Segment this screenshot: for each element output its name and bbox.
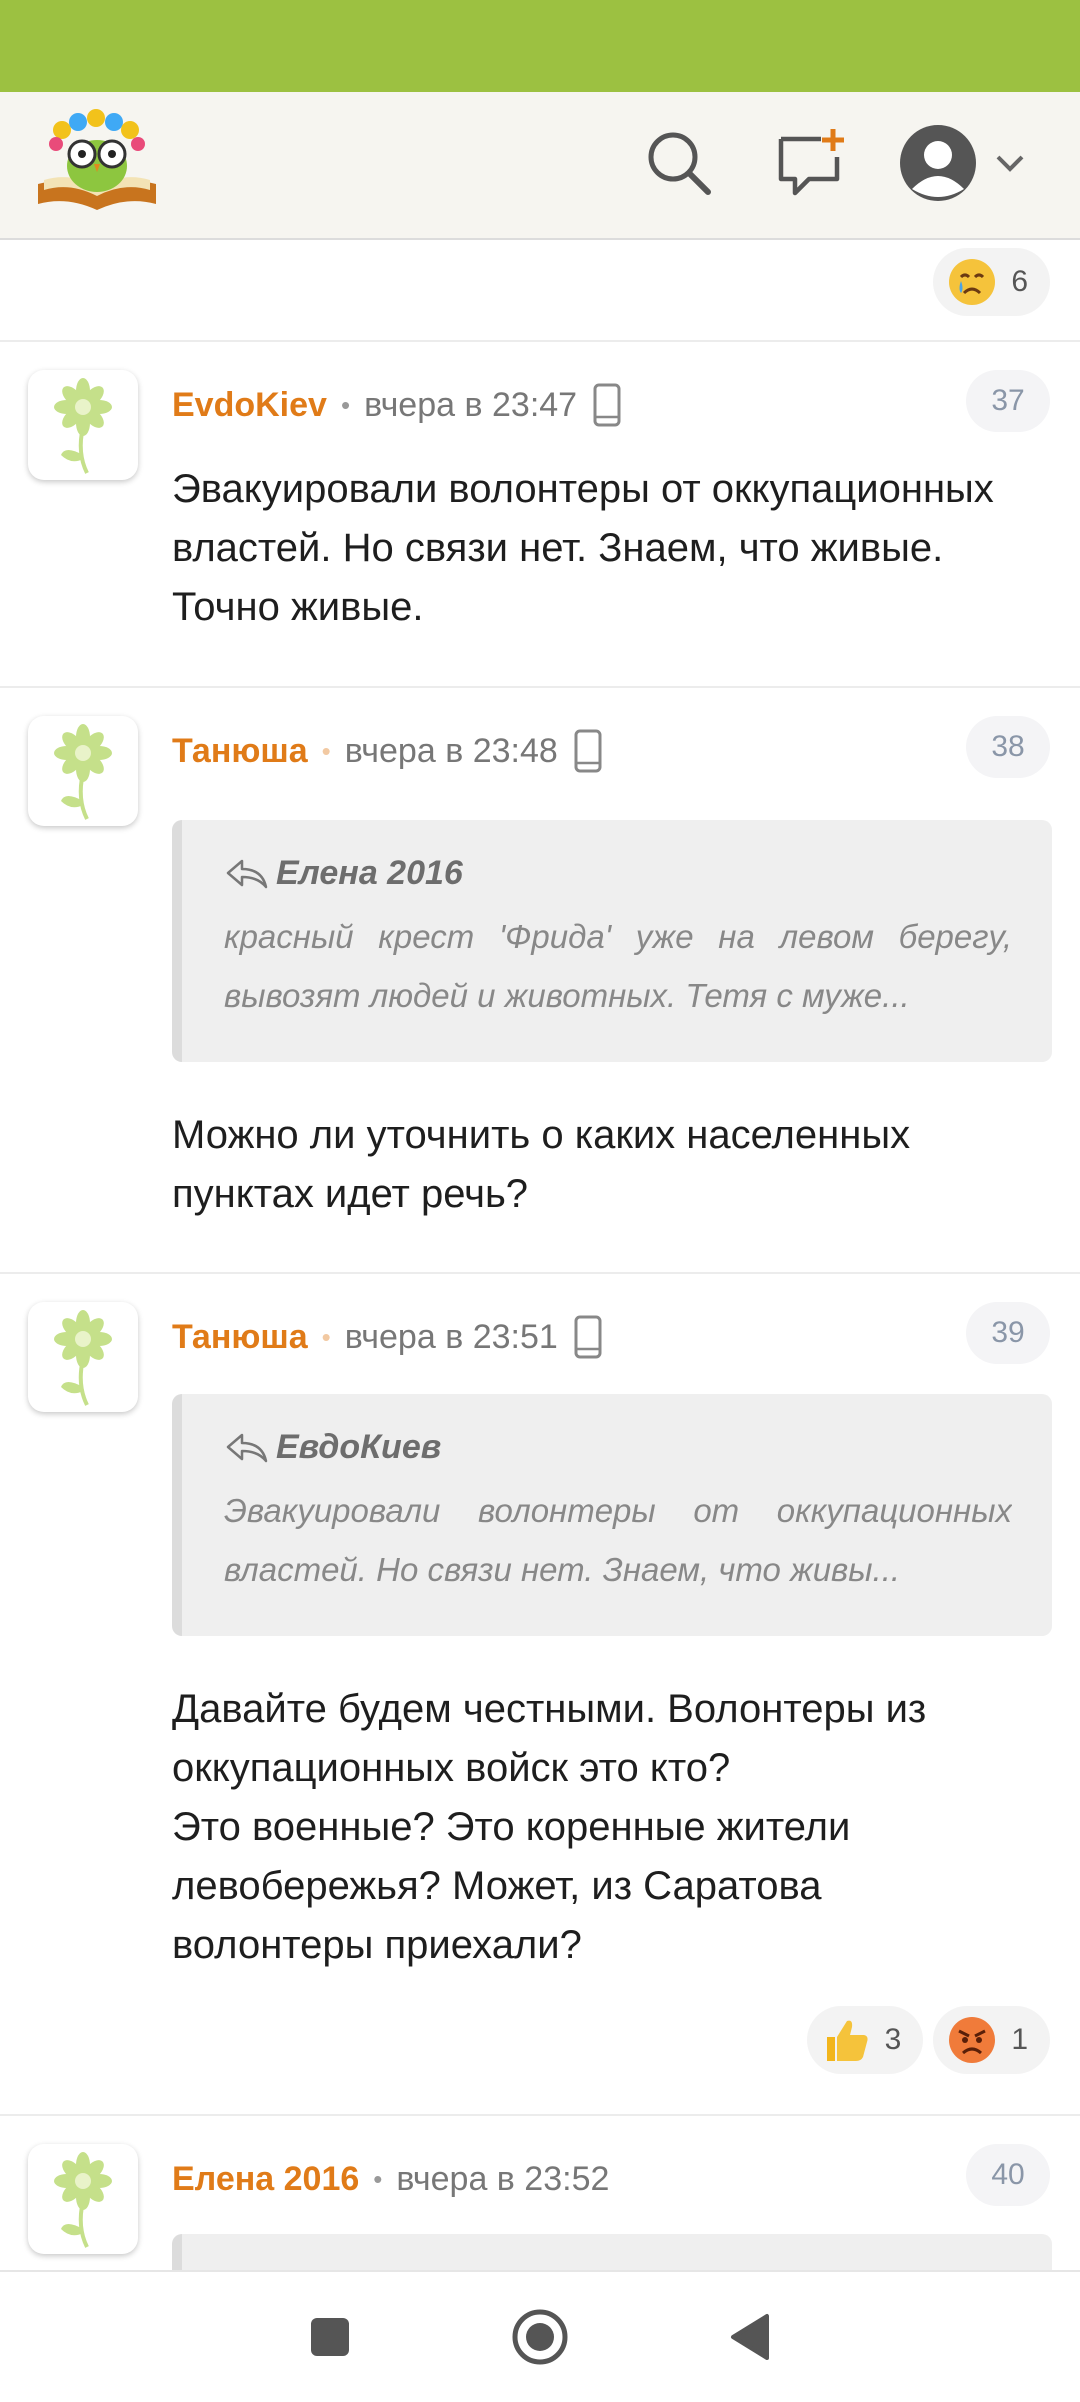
reaction-pill[interactable]: 1 — [933, 2006, 1050, 2074]
comment-time[interactable]: вчера в 23:52 — [396, 2160, 609, 2199]
new-comment-button[interactable] — [772, 124, 850, 202]
avatar[interactable] — [28, 1302, 138, 1412]
previous-comment-reactions: 6 — [923, 248, 1050, 316]
comment-39: Танюша • вчера в 23:51 39 ЕвдоКиев Эваку… — [0, 1274, 1080, 2114]
comment-author[interactable]: EvdoKiev — [172, 386, 327, 425]
comment-time[interactable]: вчера в 23:51 — [345, 1318, 558, 1357]
comment-text: Эвакуировали волонтеры от оккупационных … — [172, 467, 994, 629]
quote-author: ЕвдоКиев — [276, 1428, 442, 1466]
comment-number[interactable]: 37 — [966, 370, 1050, 432]
comment-author[interactable]: Елена 2016 — [172, 2160, 359, 2199]
separator-dot: • — [373, 2163, 383, 2194]
avatar[interactable] — [28, 370, 138, 480]
home-button[interactable] — [495, 2292, 585, 2382]
status-bar — [0, 0, 1080, 92]
avatar[interactable] — [28, 716, 138, 826]
comment-meta: Танюша • вчера в 23:51 — [172, 1312, 602, 1362]
flower-avatar-icon — [54, 378, 112, 474]
angry-face-icon — [949, 2017, 996, 2063]
circle-icon — [512, 2309, 568, 2365]
user-avatar-icon — [900, 125, 976, 201]
quote-author-line: Елена 2016 — [224, 854, 1012, 893]
separator-dot: • — [321, 735, 331, 766]
comment-38: Танюша • вчера в 23:48 38 Елена 2016 кра… — [0, 688, 1080, 1272]
comment-number[interactable]: 40 — [966, 2144, 1050, 2206]
profile-menu-button[interactable] — [898, 124, 1038, 202]
flower-avatar-icon — [54, 2152, 112, 2248]
comment-number[interactable]: 38 — [966, 716, 1050, 778]
comment-40: Елена 2016 • вчера в 23:52 40 — [0, 2116, 1080, 2270]
owl-book-logo[interactable] — [32, 106, 162, 216]
back-triangle-icon — [731, 2314, 769, 2360]
search-icon — [648, 132, 711, 195]
reaction-count: 1 — [1011, 2023, 1028, 2056]
search-button[interactable] — [640, 124, 718, 202]
square-icon — [311, 2318, 349, 2356]
comment-number[interactable]: 39 — [966, 1302, 1050, 1364]
reaction-count: 3 — [884, 2023, 902, 2056]
reaction-count: 6 — [1011, 265, 1028, 298]
comment-meta: Танюша • вчера в 23:48 — [172, 726, 602, 776]
reaction-pill[interactable]: 3 — [806, 2006, 924, 2074]
comment-author[interactable]: Танюша — [172, 1318, 308, 1357]
comment-text: Давайте будем честными. Волонтеры из окк… — [172, 1687, 927, 1967]
quote-text: Эвакуировали волонтеры от оккупационных … — [224, 1492, 1012, 1588]
back-button[interactable] — [705, 2292, 795, 2382]
comment-meta: EvdoKiev • вчера в 23:47 — [172, 380, 621, 430]
comment-time[interactable]: вчера в 23:48 — [345, 732, 558, 771]
quote-block[interactable]: ЕвдоКиев Эвакуировали волонтеры от оккуп… — [172, 1394, 1052, 1636]
avatar[interactable] — [28, 2144, 138, 2254]
thumbs-up-icon — [826, 2020, 868, 2061]
crying-face-icon — [949, 259, 996, 305]
system-nav-bar — [0, 2270, 1080, 2402]
reply-arrow-icon — [226, 1433, 268, 1462]
quote-block[interactable] — [172, 2234, 1052, 2270]
quote-author: Елена 2016 — [276, 854, 463, 892]
comment-text: Можно ли уточнить о каких населенных пун… — [172, 1113, 911, 1216]
separator-dot: • — [321, 1321, 331, 1352]
new-comment-icon — [778, 129, 844, 196]
reaction-pill[interactable]: 6 — [933, 248, 1050, 316]
comment-reactions: 3 1 — [797, 2006, 1050, 2074]
comment-meta: Елена 2016 • вчера в 23:52 — [172, 2154, 609, 2204]
separator-dot: • — [340, 389, 351, 420]
mobile-device-icon — [574, 1315, 602, 1359]
quote-block[interactable]: Елена 2016 красный крест 'Фрида' уже на … — [172, 820, 1052, 1062]
flower-avatar-icon — [54, 1310, 112, 1406]
chevron-down-icon — [996, 155, 1024, 172]
comment-time[interactable]: вчера в 23:47 — [364, 386, 577, 425]
mobile-device-icon — [574, 729, 602, 773]
flower-avatar-icon — [54, 724, 112, 820]
mobile-device-icon — [593, 383, 621, 427]
comment-author[interactable]: Танюша — [172, 732, 308, 771]
comment-37: EvdoKiev • вчера в 23:47 37 Эвакуировали… — [0, 342, 1080, 686]
app-header — [0, 92, 1080, 240]
recents-button[interactable] — [285, 2292, 375, 2382]
quote-author-line: ЕвдоКиев — [224, 1428, 1012, 1467]
reply-arrow-icon — [226, 859, 268, 888]
quote-text: красный крест 'Фрида' уже на левом берег… — [224, 918, 1012, 1014]
